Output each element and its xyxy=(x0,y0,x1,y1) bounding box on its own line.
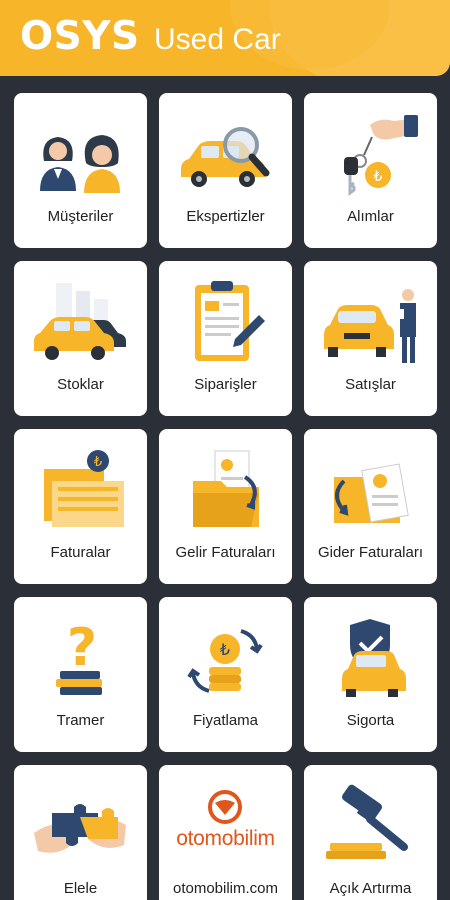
tile-label: Fiyatlama xyxy=(192,712,259,729)
svg-text:₺: ₺ xyxy=(374,169,383,185)
tile-label: Alımlar xyxy=(347,208,394,225)
tile-ekspertizler[interactable]: Ekspertizler xyxy=(159,93,292,248)
question-books-icon: ? xyxy=(56,618,102,695)
tile-musteriler[interactable]: Müşteriler xyxy=(14,93,147,248)
brand-logo-text: OSYS xyxy=(20,14,140,59)
tile-label: Gelir Faturaları xyxy=(175,544,276,561)
income-folder-icon xyxy=(193,450,259,527)
tile-alimlar[interactable]: ₺ Alımlar xyxy=(304,93,437,248)
customers-icon xyxy=(40,135,120,193)
tile-gider-faturalari[interactable]: Gider Faturaları xyxy=(304,429,437,584)
app-subtitle: Used Car xyxy=(154,23,281,56)
app-header: OSYS Used Car xyxy=(0,0,450,76)
tile-elele[interactable]: Elele xyxy=(14,765,147,900)
puzzle-hands-icon xyxy=(34,804,126,853)
tile-acik-artirma[interactable]: Açık Artırma xyxy=(304,765,437,900)
tile-label: Ekspertizler xyxy=(186,208,265,225)
tile-gelir-faturalari[interactable]: Gelir Faturaları xyxy=(159,429,292,584)
order-clipboard-icon xyxy=(195,281,265,361)
tile-label: Stoklar xyxy=(57,376,104,393)
tile-label: Elele xyxy=(63,880,98,897)
invoices-icon: ₺ xyxy=(44,450,124,527)
car-inspection-icon xyxy=(181,127,270,187)
tile-tramer[interactable]: ? Tramer xyxy=(14,597,147,752)
menu-grid: Müşteriler Ekspertizler ₺ Alımlar Stokla… xyxy=(14,93,438,900)
tile-siparisler[interactable]: Siparişler xyxy=(159,261,292,416)
pricing-coins-icon: ₺ xyxy=(187,629,263,693)
tile-label: Tramer xyxy=(56,712,105,729)
tile-label: Sigorta xyxy=(346,712,395,729)
tile-label: otomobilim.com xyxy=(172,880,279,897)
auction-gavel-icon xyxy=(326,784,408,859)
tile-label: Faturalar xyxy=(50,544,111,561)
tile-satislar[interactable]: Satışlar xyxy=(304,261,437,416)
tile-label: Satışlar xyxy=(345,376,396,393)
expense-folder-icon xyxy=(334,463,409,523)
car-salesman-icon xyxy=(324,289,416,363)
svg-text:₺: ₺ xyxy=(94,455,102,470)
tile-stoklar[interactable]: Stoklar xyxy=(14,261,147,416)
insurance-shield-icon xyxy=(342,619,406,697)
car-keys-icon: ₺ xyxy=(344,115,418,196)
otomobilim-logo-text: otomobilim xyxy=(176,827,275,850)
tile-label: Müşteriler xyxy=(47,208,114,225)
tile-label: Siparişler xyxy=(194,376,257,393)
otomobilim-logo-icon xyxy=(208,790,242,824)
tile-sigorta[interactable]: Sigorta xyxy=(304,597,437,752)
tile-faturalar[interactable]: ₺ Faturalar xyxy=(14,429,147,584)
tile-label: Açık Artırma xyxy=(329,880,412,897)
tile-label: Gider Faturaları xyxy=(317,544,424,561)
svg-text:₺: ₺ xyxy=(220,640,230,659)
tile-otomobilim[interactable]: otomobilim otomobilim.com xyxy=(159,765,292,900)
tile-fiyatlama[interactable]: ₺ Fiyatlama xyxy=(159,597,292,752)
car-stock-icon xyxy=(34,283,126,360)
svg-text:?: ? xyxy=(67,618,97,678)
